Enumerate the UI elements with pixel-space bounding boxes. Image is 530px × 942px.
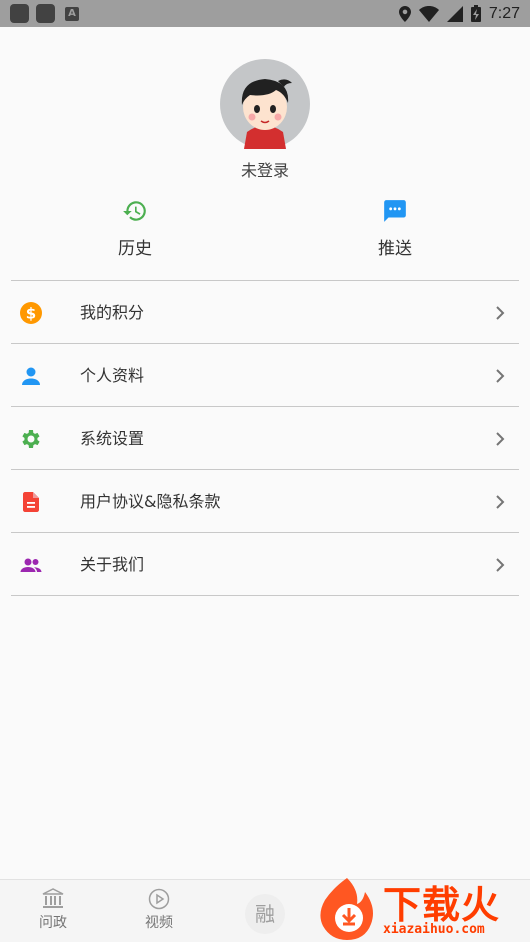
chevron-right-icon — [496, 306, 505, 320]
svg-text:$: $ — [26, 305, 36, 323]
notification-icon — [36, 4, 55, 23]
menu-item-settings[interactable]: 系统设置 — [11, 407, 519, 470]
chevron-right-icon — [496, 369, 505, 383]
menu-item-agreement[interactable]: 用户协议&隐私条款 — [11, 470, 519, 533]
settings-menu: $ 我的积分 个人资料 系统设置 用户协议&隐私条款 关于我们 — [11, 280, 519, 596]
notification-icon — [10, 4, 29, 23]
system-icons: 7:27 — [398, 3, 520, 24]
tab-center[interactable]: 融 — [245, 894, 285, 934]
message-icon — [384, 200, 406, 222]
menu-item-profile[interactable]: 个人资料 — [11, 344, 519, 407]
location-icon — [398, 5, 411, 22]
menu-item-about[interactable]: 关于我们 — [11, 533, 519, 596]
chevron-right-icon — [496, 558, 505, 572]
profile-header: 未登录 — [0, 59, 530, 181]
wifi-icon — [418, 5, 439, 22]
tab-wenzheng[interactable]: 问政 — [34, 888, 72, 932]
person-icon — [22, 367, 40, 385]
login-status-text[interactable]: 未登录 — [0, 157, 530, 181]
notification-icons: A — [10, 4, 79, 23]
dollar-coin-icon: $ — [20, 302, 42, 324]
battery-charging-icon — [470, 5, 481, 22]
clock: 7:27 — [488, 4, 520, 22]
play-circle-icon — [148, 888, 170, 910]
tab-label: 视频 — [145, 915, 173, 931]
menu-item-label: 我的积分 — [80, 303, 145, 322]
watermark-url: xiazaihuo.com — [383, 922, 485, 937]
tab-video[interactable]: 视频 — [140, 888, 178, 932]
gear-icon — [22, 430, 40, 448]
menu-item-label: 系统设置 — [80, 429, 145, 448]
chevron-right-icon — [496, 495, 505, 509]
avatar[interactable] — [220, 59, 310, 149]
push-button[interactable]: 推送 — [335, 198, 455, 259]
menu-item-label: 关于我们 — [80, 555, 145, 574]
status-bar: A 7:27 — [0, 0, 530, 27]
menu-item-label: 用户协议&隐私条款 — [80, 492, 221, 511]
cell-signal-icon — [446, 5, 463, 22]
keyboard-a-icon: A — [65, 7, 79, 21]
history-button[interactable]: 历史 — [75, 198, 195, 259]
chevron-right-icon — [496, 432, 505, 446]
watermark-brand: 下载火 — [383, 883, 501, 927]
history-label: 历史 — [118, 239, 152, 259]
quick-actions: 历史 推送 — [0, 198, 530, 268]
history-icon — [123, 201, 146, 221]
document-icon — [23, 492, 39, 512]
government-building-icon — [42, 888, 64, 908]
push-label: 推送 — [378, 239, 412, 259]
watermark-logo: 下载火 xiazaihuo.com — [313, 874, 530, 942]
tab-label: 问政 — [39, 915, 67, 931]
group-icon — [20, 558, 42, 572]
flame-download-logo-icon — [320, 878, 373, 940]
menu-item-label: 个人资料 — [80, 366, 145, 385]
menu-item-points[interactable]: $ 我的积分 — [11, 281, 519, 344]
